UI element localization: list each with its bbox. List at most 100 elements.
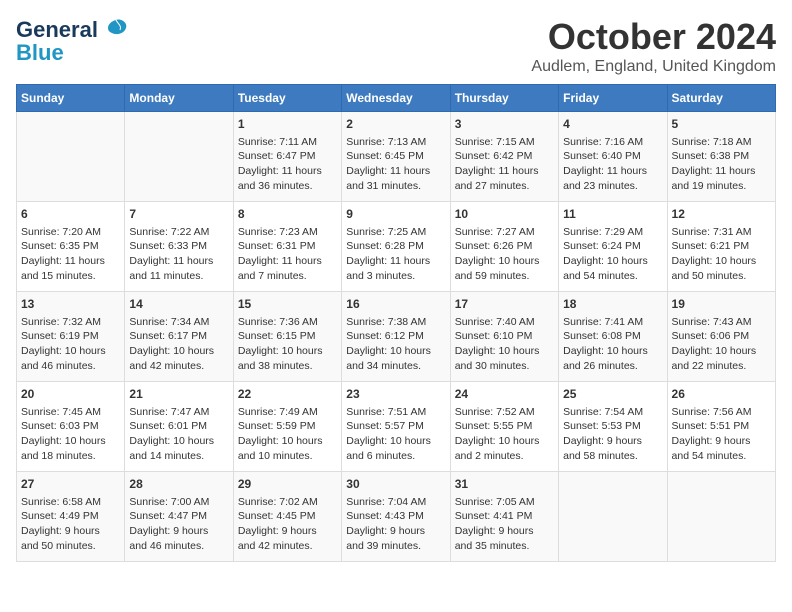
cell-content: Sunrise: 7:11 AM (238, 135, 337, 150)
cell-content: and 19 minutes. (672, 179, 771, 194)
calendar-cell: 24Sunrise: 7:52 AMSunset: 5:55 PMDayligh… (450, 382, 558, 472)
cell-content: Sunset: 4:47 PM (129, 509, 228, 524)
cell-content: Sunset: 6:26 PM (455, 239, 554, 254)
calendar-cell: 8 Sunrise: 7:23 AMSunset: 6:31 PMDaylight… (233, 202, 341, 292)
cell-content: Sunrise: 7:54 AM (563, 405, 662, 420)
calendar-week-row: 13Sunrise: 7:32 AMSunset: 6:19 PMDayligh… (17, 292, 776, 382)
cell-content: Daylight: 11 hours (346, 254, 445, 269)
cell-content: and 59 minutes. (455, 269, 554, 284)
cell-content: Daylight: 10 hours (21, 344, 120, 359)
cell-content: and 39 minutes. (346, 539, 445, 554)
cell-content: Daylight: 9 hours (21, 524, 120, 539)
cell-content: and 46 minutes. (129, 539, 228, 554)
cell-content: Sunset: 6:01 PM (129, 419, 228, 434)
cell-content: Sunset: 5:53 PM (563, 419, 662, 434)
cell-content: Sunrise: 7:27 AM (455, 225, 554, 240)
calendar-cell: 30Sunrise: 7:04 AMSunset: 4:43 PMDayligh… (342, 472, 450, 562)
calendar-cell: 5Sunrise: 7:18 AMSunset: 6:38 PMDaylight… (667, 112, 775, 202)
cell-content: Sunrise: 7:43 AM (672, 315, 771, 330)
cell-content: and 26 minutes. (563, 359, 662, 374)
calendar-table: SundayMondayTuesdayWednesdayThursdayFrid… (16, 84, 776, 562)
cell-content: Daylight: 10 hours (455, 254, 554, 269)
calendar-cell: 7Sunrise: 7:22 AMSunset: 6:33 PMDaylight… (125, 202, 233, 292)
cell-content: and 23 minutes. (563, 179, 662, 194)
day-number: 2 (346, 116, 445, 133)
cell-content: and 27 minutes. (455, 179, 554, 194)
title-area: October 2024 Audlem, England, United Kin… (531, 16, 776, 76)
cell-content: and 46 minutes. (21, 359, 120, 374)
cell-content: Daylight: 10 hours (672, 254, 771, 269)
cell-content: and 50 minutes. (21, 539, 120, 554)
logo: General Blue (16, 16, 130, 66)
cell-content: and 3 minutes. (346, 269, 445, 284)
calendar-cell: 1Sunrise: 7:11 AMSunset: 6:47 PMDaylight… (233, 112, 341, 202)
cell-content: Daylight: 10 hours (346, 344, 445, 359)
cell-content: Daylight: 10 hours (238, 344, 337, 359)
calendar-cell: 28Sunrise: 7:00 AMSunset: 4:47 PMDayligh… (125, 472, 233, 562)
day-header-thursday: Thursday (450, 85, 558, 112)
cell-content: Sunset: 6:33 PM (129, 239, 228, 254)
cell-content: Sunrise: 7:56 AM (672, 405, 771, 420)
cell-content: Daylight: 11 hours (563, 164, 662, 179)
cell-content: and 31 minutes. (346, 179, 445, 194)
cell-content: Daylight: 11 hours (346, 164, 445, 179)
cell-content: Sunset: 5:57 PM (346, 419, 445, 434)
cell-content: Sunset: 5:59 PM (238, 419, 337, 434)
cell-content: and 34 minutes. (346, 359, 445, 374)
cell-content: Daylight: 10 hours (563, 254, 662, 269)
cell-content: and 14 minutes. (129, 449, 228, 464)
calendar-cell: 10 Sunrise: 7:27 AMSunset: 6:26 PMDayligh… (450, 202, 558, 292)
cell-content: Sunrise: 7:36 AM (238, 315, 337, 330)
cell-content: Sunset: 6:03 PM (21, 419, 120, 434)
calendar-cell: 27Sunrise: 6:58 AMSunset: 4:49 PMDayligh… (17, 472, 125, 562)
cell-content: Sunrise: 7:13 AM (346, 135, 445, 150)
logo-blue: Blue (16, 40, 64, 66)
day-header-wednesday: Wednesday (342, 85, 450, 112)
cell-content: Daylight: 10 hours (129, 344, 228, 359)
cell-content: Daylight: 10 hours (129, 434, 228, 449)
cell-content: Sunset: 6:19 PM (21, 329, 120, 344)
day-number: 21 (129, 386, 228, 403)
calendar-cell: 29Sunrise: 7:02 AMSunset: 4:45 PMDayligh… (233, 472, 341, 562)
day-number: 28 (129, 476, 228, 493)
cell-content: Daylight: 10 hours (455, 344, 554, 359)
day-number: 30 (346, 476, 445, 493)
cell-content: Sunset: 4:49 PM (21, 509, 120, 524)
cell-content: Sunrise: 7:41 AM (563, 315, 662, 330)
cell-content: Sunrise: 7:47 AM (129, 405, 228, 420)
cell-content: Sunset: 6:31 PM (238, 239, 337, 254)
cell-content: Sunrise: 7:23 AM (238, 225, 337, 240)
calendar-week-row: 20Sunrise: 7:45 AMSunset: 6:03 PMDayligh… (17, 382, 776, 472)
cell-content: Daylight: 9 hours (563, 434, 662, 449)
cell-content: Daylight: 9 hours (455, 524, 554, 539)
cell-content: Sunset: 6:28 PM (346, 239, 445, 254)
calendar-cell (125, 112, 233, 202)
cell-content: Daylight: 10 hours (455, 434, 554, 449)
day-number: 23 (346, 386, 445, 403)
cell-content: Sunrise: 7:05 AM (455, 495, 554, 510)
day-number: 25 (563, 386, 662, 403)
day-number: 10 (455, 206, 554, 223)
cell-content: Daylight: 10 hours (238, 434, 337, 449)
day-number: 8 (238, 206, 337, 223)
day-number: 7 (129, 206, 228, 223)
cell-content: Sunset: 6:15 PM (238, 329, 337, 344)
cell-content: and 42 minutes. (129, 359, 228, 374)
cell-content: and 30 minutes. (455, 359, 554, 374)
cell-content: and 35 minutes. (455, 539, 554, 554)
day-number: 13 (21, 296, 120, 313)
cell-content: Sunset: 6:06 PM (672, 329, 771, 344)
cell-content: Sunset: 6:08 PM (563, 329, 662, 344)
calendar-cell: 18Sunrise: 7:41 AMSunset: 6:08 PMDayligh… (559, 292, 667, 382)
day-number: 1 (238, 116, 337, 133)
cell-content: Daylight: 10 hours (672, 344, 771, 359)
cell-content: and 22 minutes. (672, 359, 771, 374)
cell-content: and 18 minutes. (21, 449, 120, 464)
day-number: 20 (21, 386, 120, 403)
cell-content: Sunset: 6:24 PM (563, 239, 662, 254)
cell-content: Daylight: 11 hours (238, 254, 337, 269)
cell-content: and 15 minutes. (21, 269, 120, 284)
day-number: 5 (672, 116, 771, 133)
cell-content: Sunrise: 7:29 AM (563, 225, 662, 240)
cell-content: Sunrise: 7:51 AM (346, 405, 445, 420)
